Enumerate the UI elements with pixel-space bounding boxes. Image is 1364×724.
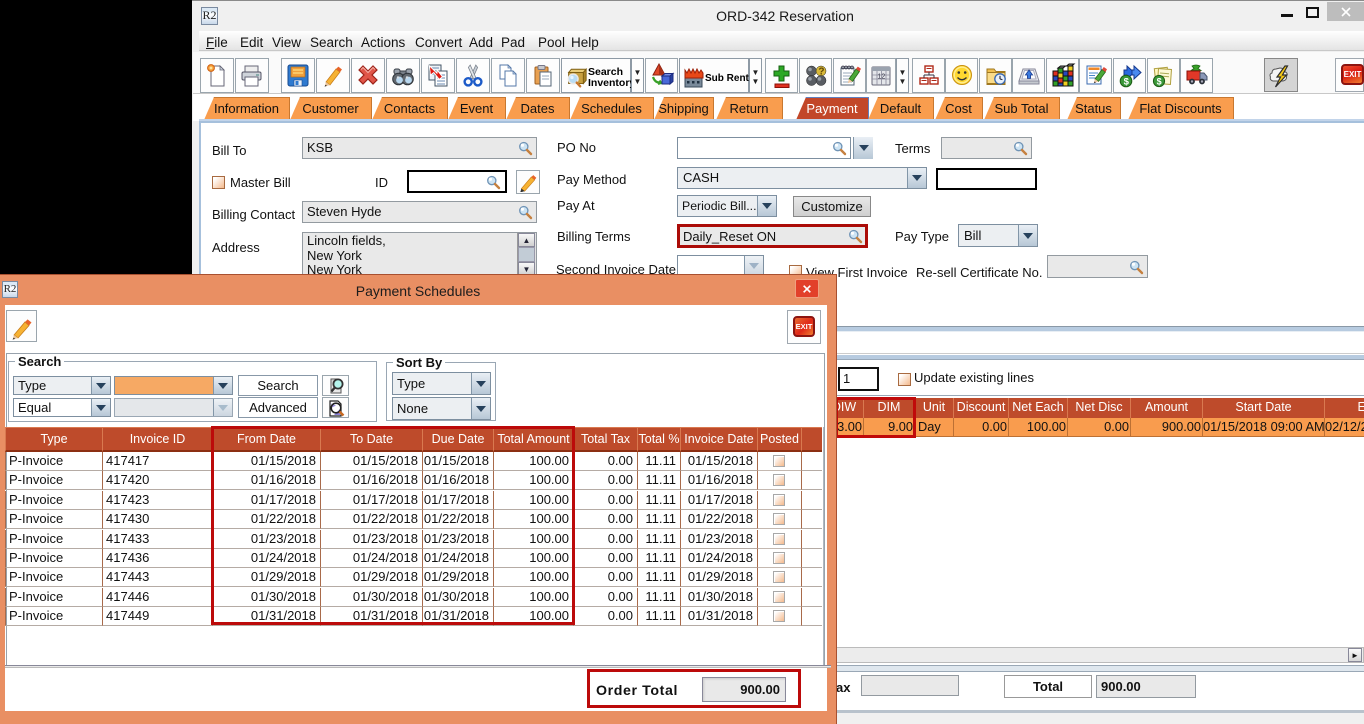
svg-text:12: 12 — [878, 73, 886, 80]
svg-text:?: ? — [818, 67, 824, 78]
svg-text:$: $ — [1156, 76, 1161, 86]
svg-text:$: $ — [1123, 76, 1129, 87]
